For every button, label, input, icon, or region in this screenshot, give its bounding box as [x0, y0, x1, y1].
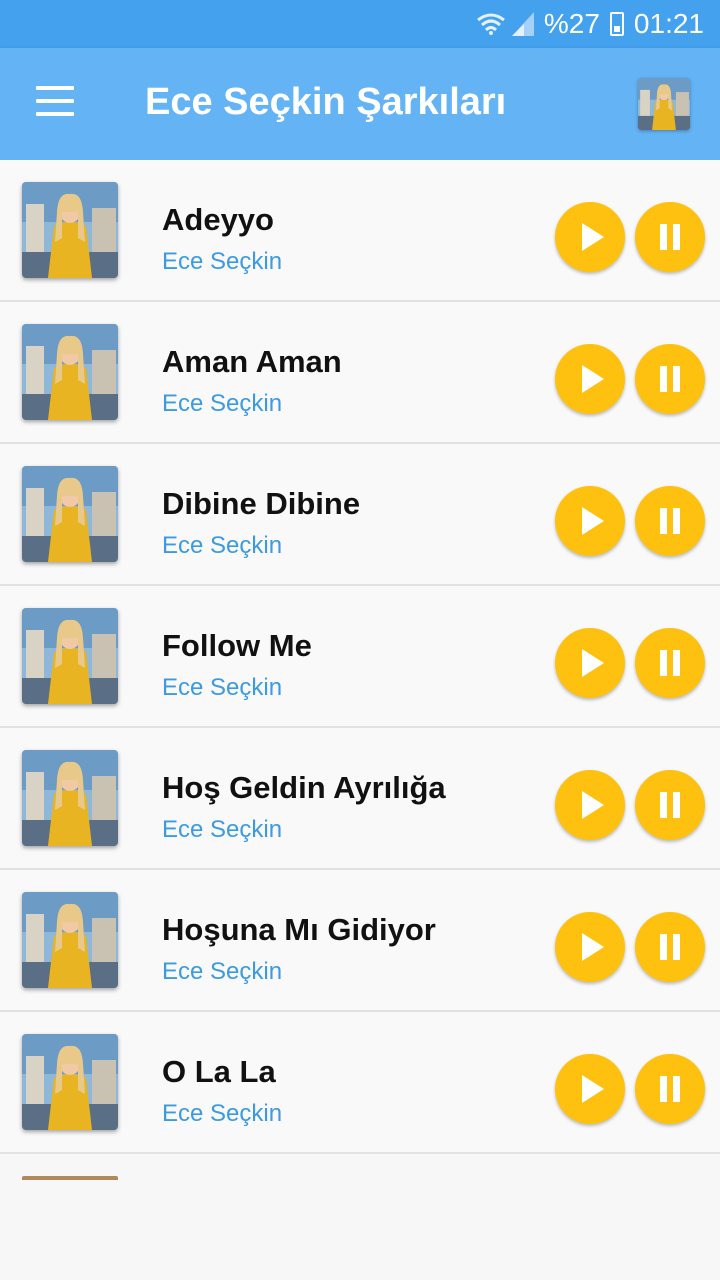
play-button[interactable]: [555, 202, 625, 272]
song-title: Adeyyo: [162, 202, 274, 237]
song-thumbnail: [22, 608, 118, 704]
song-thumbnail: [22, 324, 118, 420]
play-button[interactable]: [555, 628, 625, 698]
song-list: Adeyyo Ece Seçkin Aman Aman Ece Seçkin D…: [0, 160, 720, 1180]
play-icon: [582, 507, 604, 535]
status-right: %27 01:21: [476, 0, 704, 48]
pause-button[interactable]: [635, 912, 705, 982]
pause-icon: [660, 508, 680, 534]
song-title: O La La: [162, 1054, 276, 1089]
status-bar: %27 01:21: [0, 0, 720, 48]
song-artist: Ece Seçkin: [162, 958, 283, 985]
pause-icon: [660, 934, 680, 960]
play-button[interactable]: [555, 1054, 625, 1124]
pause-icon: [660, 792, 680, 818]
song-row[interactable]: Adeyyo Ece Seçkin: [0, 160, 720, 302]
song-row[interactable]: Hoş Geldin Ayrılığa Ece Seçkin: [0, 728, 720, 870]
status-icons: [476, 12, 534, 36]
artist-avatar[interactable]: [638, 78, 690, 130]
song-thumbnail: [22, 1034, 118, 1130]
song-artist: Ece Seçkin: [162, 248, 283, 275]
battery-percent: %27: [543, 8, 600, 39]
song-title: Dibine Dibine: [162, 486, 361, 521]
pause-button[interactable]: [635, 202, 705, 272]
app-title: Ece Seçkin Şarkıları: [145, 81, 507, 123]
song-title: Hoş Geldin Ayrılığa: [162, 770, 446, 805]
song-row[interactable]: Dibine Dibine Ece Seçkin: [0, 444, 720, 586]
song-title: Aman Aman: [162, 344, 342, 379]
song-row[interactable]: O La La Ece Seçkin: [0, 1012, 720, 1154]
pause-button[interactable]: [635, 344, 705, 414]
signal-icon: [511, 12, 534, 36]
battery-icon: [609, 12, 624, 36]
play-button[interactable]: [555, 912, 625, 982]
song-title: Hoşuna Mı Gidiyor: [162, 912, 436, 947]
list-item-partial: [0, 1154, 720, 1180]
clock: 01:21: [633, 8, 704, 39]
play-button[interactable]: [555, 486, 625, 556]
play-icon: [582, 223, 604, 251]
song-row[interactable]: Follow Me Ece Seçkin: [0, 586, 720, 728]
song-row[interactable]: Hoşuna Mı Gidiyor Ece Seçkin: [0, 870, 720, 1012]
pause-icon: [660, 1076, 680, 1102]
play-icon: [582, 791, 604, 819]
play-icon: [582, 1075, 604, 1103]
song-thumbnail: [22, 750, 118, 846]
song-thumbnail: [22, 466, 118, 562]
song-artist: Ece Seçkin: [162, 816, 283, 843]
pause-icon: [660, 224, 680, 250]
pause-icon: [660, 366, 680, 392]
play-icon: [582, 649, 604, 677]
song-artist: Ece Seçkin: [162, 390, 283, 417]
play-button[interactable]: [555, 770, 625, 840]
pause-button[interactable]: [635, 486, 705, 556]
song-thumbnail: [22, 182, 118, 278]
app-bar: Ece Seçkin Şarkıları: [0, 48, 720, 160]
song-artist: Ece Seçkin: [162, 1100, 283, 1127]
pause-button[interactable]: [635, 1054, 705, 1124]
song-thumbnail: [22, 1176, 118, 1180]
song-artist: Ece Seçkin: [162, 532, 283, 559]
pause-button[interactable]: [635, 628, 705, 698]
hamburger-menu-icon[interactable]: [36, 86, 76, 122]
song-artist: Ece Seçkin: [162, 674, 283, 701]
song-row[interactable]: Aman Aman Ece Seçkin: [0, 302, 720, 444]
pause-button[interactable]: [635, 770, 705, 840]
song-thumbnail: [22, 892, 118, 988]
pause-icon: [660, 650, 680, 676]
play-button[interactable]: [555, 344, 625, 414]
play-icon: [582, 365, 604, 393]
song-title: Follow Me: [162, 628, 312, 663]
play-icon: [582, 933, 604, 961]
wifi-icon: [476, 13, 505, 35]
